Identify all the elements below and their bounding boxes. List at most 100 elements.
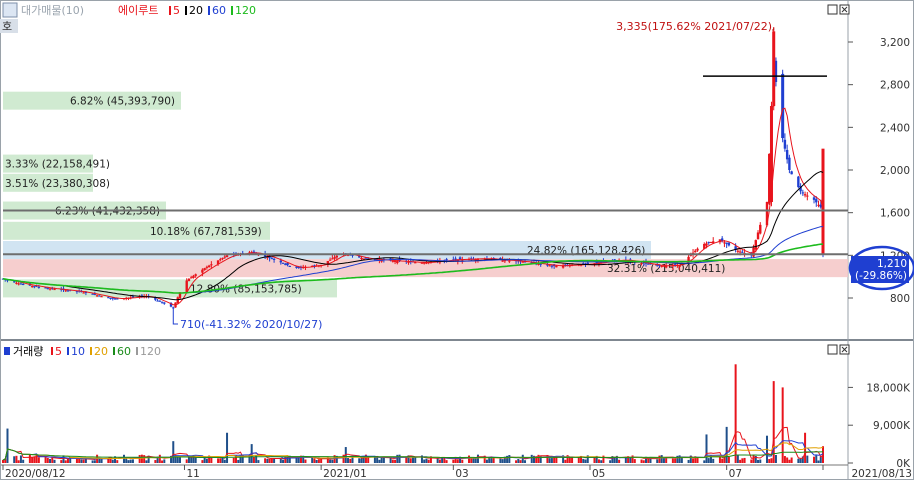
candle-body [396, 261, 399, 264]
candle-body [223, 256, 227, 258]
candle-body [391, 260, 395, 262]
volume-bar [468, 455, 471, 463]
x-tick-label: 07 [729, 468, 742, 480]
volume-profile-label: 3.33% (22,158,491) [5, 159, 110, 171]
volume-bar [64, 460, 67, 463]
candle-body [158, 300, 162, 302]
volume-legend-item: 120 [140, 345, 161, 358]
candle-body [109, 297, 112, 299]
candle-body [272, 258, 276, 260]
volume-bar [93, 460, 96, 463]
volume-restore-button[interactable] [827, 344, 838, 355]
candle-body [508, 260, 511, 262]
volume-bar [501, 459, 504, 463]
volume-bar [138, 454, 141, 463]
volume-bar [378, 459, 381, 463]
volume-bar [571, 457, 574, 463]
volume-bar [376, 456, 379, 463]
candle-body [696, 248, 699, 251]
volume-bar [790, 457, 793, 463]
volume-bar [783, 456, 786, 463]
volume-bar [656, 459, 659, 463]
high-annotation: 3,335(175.62% 2021/07/22) [616, 20, 772, 33]
candle-body [15, 282, 18, 284]
candle-body [160, 301, 164, 303]
volume-bar [582, 458, 585, 463]
candle-body [189, 277, 193, 279]
volume-bar [678, 455, 681, 463]
candle-body [66, 290, 70, 292]
candle-body [736, 250, 740, 252]
volume-bar [266, 458, 269, 463]
x-tick-label: 2021/08/13 [851, 468, 912, 480]
volume-bar [185, 459, 188, 463]
candle-body [781, 74, 785, 138]
volume-bar [770, 458, 773, 463]
collapse-toggle[interactable] [2, 2, 18, 18]
candle-body [207, 265, 211, 268]
volume-bar [252, 456, 255, 463]
volume-bar [46, 457, 49, 463]
candle-body [503, 260, 507, 262]
x-tick-label: 03 [455, 468, 468, 480]
volume-bar [232, 457, 235, 463]
volume-bar [452, 459, 455, 463]
candle-body [647, 263, 650, 265]
volume-bar [380, 457, 383, 463]
candle-body [705, 243, 708, 246]
candle-body [709, 242, 713, 243]
volume-bar [712, 458, 715, 463]
volume-bar [705, 434, 708, 463]
volume-bar [768, 459, 771, 463]
volume-bar [91, 460, 94, 463]
candle-body [210, 264, 213, 266]
candle-body [107, 297, 110, 299]
volume-y-tick-label: 9,000K [873, 420, 911, 432]
low-annotation: 710(-41.32% 2020/10/27) [180, 318, 322, 331]
volume-bar [2, 459, 4, 463]
candle-body [754, 240, 757, 250]
candle-body [772, 31, 776, 106]
volume-bar [49, 458, 52, 463]
volume-bar [391, 459, 394, 463]
current-price: 1,210 [877, 258, 907, 270]
candle-body [91, 293, 94, 295]
legend-swatch [67, 347, 69, 355]
side-toggle-label[interactable]: 호 [2, 20, 12, 33]
candle-body [288, 265, 291, 267]
volume-bar [817, 460, 820, 463]
volume-legend-item: 60 [117, 345, 131, 358]
volume-bar [394, 459, 397, 463]
candle-body [555, 265, 558, 268]
candle-body [550, 265, 554, 267]
candle-body [393, 260, 397, 262]
volume-bar [223, 459, 226, 463]
candle-body [116, 298, 119, 300]
volume-bar [774, 454, 777, 463]
volume-bar [127, 460, 130, 463]
volume-bar [631, 455, 634, 463]
candle-body [284, 263, 287, 265]
volume-bar [548, 458, 551, 463]
price-y-tick-label: 2,800 [880, 80, 910, 92]
candle-body [817, 204, 820, 206]
volume-bar [17, 460, 20, 463]
x-tick-label: 2021/01 [323, 468, 367, 480]
candle-body [458, 257, 462, 260]
volume-bar [284, 456, 287, 463]
volume-bar [788, 459, 791, 463]
volume-bar [671, 458, 674, 463]
volume-bar [472, 458, 475, 463]
legend-swatch [169, 6, 171, 15]
volume-bar [662, 458, 665, 463]
stock-chart-canvas[interactable]: 6.82% (45,393,790) 3.33% (22,158,491) 3.51… [0, 0, 914, 480]
candle-body [219, 259, 222, 261]
price-restore-button[interactable] [827, 4, 838, 15]
volume-bar [517, 458, 520, 463]
volume-bar [530, 454, 533, 463]
candle-body [797, 176, 800, 188]
candle-body [266, 257, 269, 259]
candle-body [205, 266, 209, 268]
candle-body [113, 298, 117, 300]
volume-bar [172, 441, 175, 463]
